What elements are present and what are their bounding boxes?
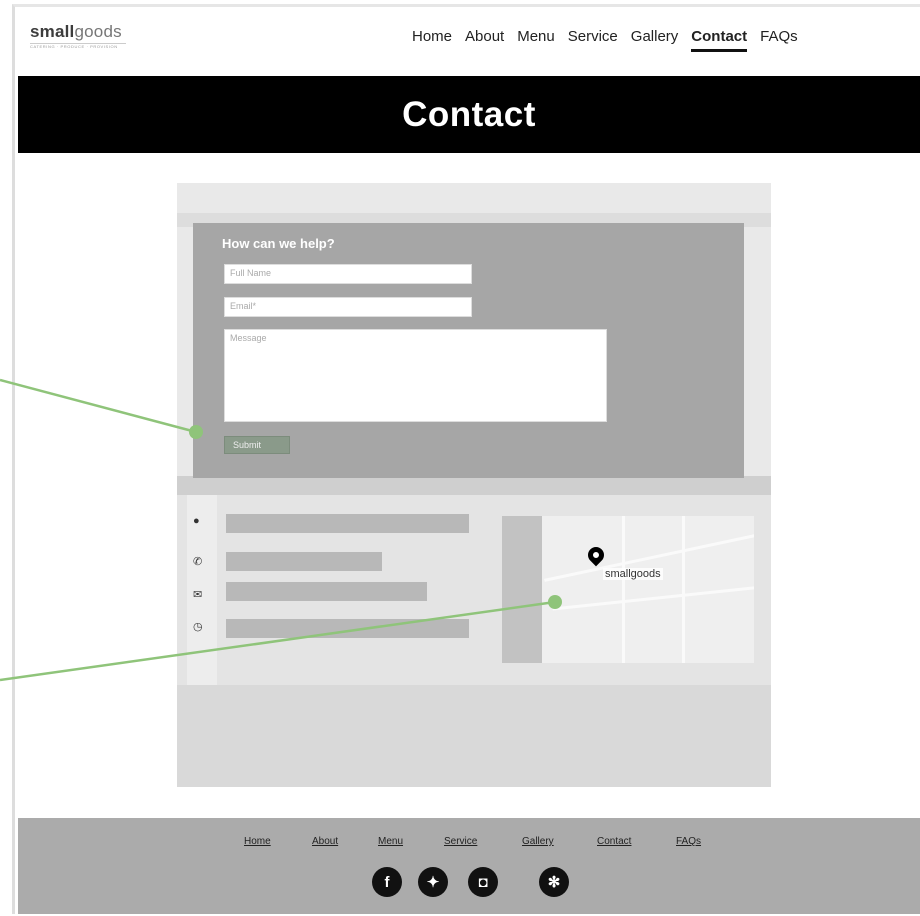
logo[interactable]: smallgoods CATERING · PRODUCE · PROVISIO… — [30, 22, 126, 49]
map-brand-label: smallgoods — [603, 568, 663, 580]
message-textarea[interactable]: Message — [224, 329, 607, 422]
location-map[interactable] — [502, 516, 754, 663]
location-pin-icon: ● — [193, 515, 200, 527]
main-nav: Home About Menu Service Gallery Contact … — [412, 28, 811, 52]
nav-service[interactable]: Service — [568, 28, 618, 45]
facebook-icon[interactable]: f — [372, 867, 402, 897]
mail-icon: ✉ — [193, 589, 203, 601]
footer-link-contact[interactable]: Contact — [597, 836, 631, 847]
instagram-icon[interactable]: ◘ — [468, 867, 498, 897]
nav-gallery[interactable]: Gallery — [631, 28, 679, 45]
form-title: How can we help? — [222, 236, 335, 251]
submit-button[interactable]: Submit — [224, 436, 290, 454]
nav-menu[interactable]: Menu — [517, 28, 555, 45]
email-text[interactable] — [226, 582, 427, 601]
yelp-icon[interactable]: ✻ — [539, 867, 569, 897]
map-road — [682, 516, 685, 663]
twitter-icon[interactable]: ✦ — [418, 867, 448, 897]
footer — [18, 818, 920, 914]
footer-link-service[interactable]: Service — [444, 836, 477, 847]
map-road — [622, 516, 625, 663]
footer-link-gallery[interactable]: Gallery — [522, 836, 554, 847]
nav-home[interactable]: Home — [412, 28, 452, 45]
footer-link-home[interactable]: Home — [244, 836, 271, 847]
nav-faqs[interactable]: FAQs — [760, 28, 798, 45]
logo-bold: small — [30, 22, 75, 41]
address-text — [226, 514, 469, 533]
nav-about[interactable]: About — [465, 28, 504, 45]
footer-link-faqs[interactable]: FAQs — [676, 836, 701, 847]
full-name-input[interactable]: Full Name — [224, 264, 472, 284]
page-title: Contact — [402, 94, 536, 134]
logo-tagline: CATERING · PRODUCE · PROVISION — [30, 43, 126, 49]
email-input[interactable]: Email* — [224, 297, 472, 317]
page-title-banner: Contact — [18, 76, 920, 153]
footer-link-menu[interactable]: Menu — [378, 836, 403, 847]
phone-text[interactable] — [226, 552, 382, 571]
nav-contact[interactable]: Contact — [691, 28, 747, 52]
hours-text — [226, 619, 469, 638]
clock-icon: ◷ — [193, 621, 203, 633]
footer-link-about[interactable]: About — [312, 836, 338, 847]
map-road — [552, 584, 754, 611]
phone-icon: ✆ — [193, 556, 203, 568]
logo-light: goods — [74, 22, 122, 41]
